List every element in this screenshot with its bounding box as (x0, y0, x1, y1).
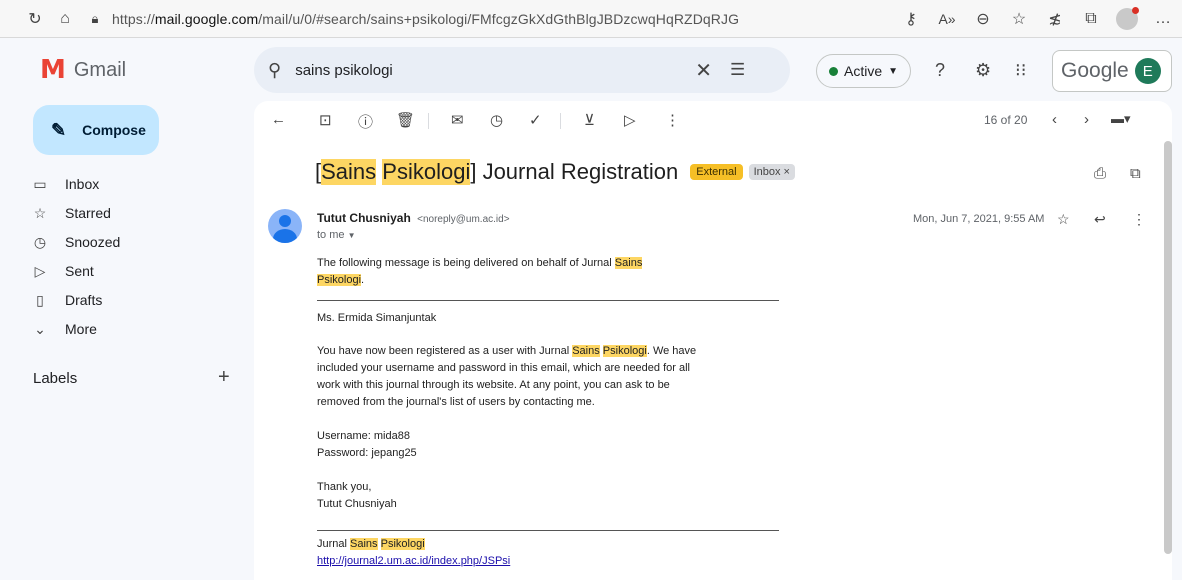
reload-icon[interactable]: ↻ (24, 8, 46, 30)
recipient-details[interactable]: to me ▼ (317, 229, 356, 241)
compose-button[interactable]: ✎ Compose (33, 105, 159, 155)
help-icon[interactable]: ? (935, 60, 945, 81)
sidebar-item-inbox[interactable]: ▭ Inbox (33, 171, 99, 197)
google-brand: Google (1061, 59, 1129, 82)
label-icon[interactable]: ▷ (624, 111, 636, 129)
email-date: Mon, Jun 7, 2021, 9:55 AM (913, 213, 1045, 225)
message-more-icon[interactable]: ⋮ (1132, 211, 1146, 228)
email-subject: [Sains Psikologi] Journal Registration E… (315, 159, 795, 185)
sender-email: <noreply@um.ac.id> (417, 214, 510, 225)
body-greeting: Ms. Ermida Simanjuntak (317, 312, 437, 324)
search-options-icon[interactable]: ☰ (730, 60, 745, 80)
open-new-window-icon[interactable]: ⧉ (1130, 165, 1141, 182)
lock-icon[interactable]: 🔒︎ (84, 8, 106, 30)
sender-avatar (268, 209, 302, 243)
inbox-icon: ▭ (33, 175, 47, 192)
scrollbar[interactable] (1164, 141, 1172, 554)
status-dropdown[interactable]: Active ▼ (816, 54, 912, 88)
body-intro: The following message is being delivered… (317, 257, 643, 286)
gmail-m-icon: M (40, 55, 66, 85)
person-icon-body (273, 229, 297, 243)
prev-icon[interactable]: ‹ (1052, 111, 1057, 128)
settings-icon[interactable]: ⚙ (975, 60, 991, 81)
more-options-icon[interactable]: ⋮ (665, 111, 680, 129)
caret-down-icon: ▼ (888, 65, 899, 77)
file-icon: ▯ (36, 291, 44, 308)
clear-search-icon[interactable]: ✕ (695, 58, 712, 83)
email-view: ← ⊡ ⓘ 🗑︎ ✉ ◷ ✓ ⊻ ▷ ⋮ 16 of 20 ‹ › ▬▾ [Sa… (254, 101, 1172, 580)
email-toolbar: ← ⊡ ⓘ 🗑︎ ✉ ◷ ✓ ⊻ ▷ ⋮ 16 of 20 ‹ › ▬▾ (254, 101, 1172, 139)
avatar: E (1134, 58, 1161, 84)
inbox-label-chip[interactable]: Inbox × (748, 164, 795, 180)
clock-icon: ◷ (33, 233, 47, 250)
status-label: Active (844, 63, 883, 79)
collections-icon[interactable]: ⧉ (1080, 8, 1102, 30)
browser-actions: ⚷ A» ⊖ ☆ ≴ ⧉ … (900, 0, 1182, 38)
profile-icon[interactable] (1116, 7, 1139, 30)
star-icon[interactable]: ☆ (1057, 211, 1070, 228)
app-name: Gmail (73, 58, 127, 81)
report-spam-icon[interactable]: ⓘ (358, 111, 373, 132)
gmail-logo[interactable]: M Gmail (40, 55, 126, 85)
add-label-icon[interactable]: + (218, 366, 230, 389)
move-to-icon[interactable]: ⊻ (584, 111, 595, 129)
sender-info: Tutut Chusniyah <noreply@um.ac.id> (317, 211, 510, 225)
favorite-icon[interactable]: ☆ (1008, 8, 1030, 30)
reply-icon[interactable]: ↩ (1094, 211, 1106, 228)
apps-icon[interactable]: ⁝⁝ (1015, 60, 1026, 81)
divider (317, 530, 779, 531)
password-line: Password: jepang25 (317, 447, 417, 459)
body-paragraph: You have now been registered as a user w… (317, 345, 697, 408)
more-icon[interactable]: … (1152, 8, 1174, 30)
mark-unread-icon[interactable]: ✉ (451, 111, 464, 129)
body-credentials: Username: mida88 Password: jepang25 (317, 428, 417, 462)
sidebar-item-more[interactable]: ⌄ More (33, 316, 97, 342)
caret-down-icon: ▼ (347, 231, 356, 240)
sidebar-item-starred[interactable]: ☆ Starred (33, 200, 111, 226)
browser-toolbar: ↻ ⌂ 🔒︎ https://mail.google.com/mail/u/0/… (0, 0, 1182, 38)
pager-count: 16 of 20 (984, 113, 1028, 127)
sidebar-item-snoozed[interactable]: ◷ Snoozed (33, 229, 120, 255)
home-icon[interactable]: ⌂ (54, 8, 76, 30)
back-icon[interactable]: ← (271, 111, 286, 128)
body-signoff: Thank you, Tutut Chusniyah (317, 481, 397, 510)
divider (317, 300, 779, 301)
read-aloud-icon[interactable]: A» (936, 8, 958, 30)
next-icon[interactable]: › (1084, 111, 1089, 128)
journal-link[interactable]: http://journal2.um.ac.id/index.php/JSPsi (317, 555, 510, 567)
toolbar-divider (428, 113, 429, 129)
input-tools-icon[interactable]: ▬▾ (1111, 111, 1131, 127)
archive-icon[interactable]: ⊡ (319, 111, 332, 129)
search-icon[interactable]: ⚲ (268, 60, 281, 81)
sidebar-item-sent[interactable]: ▷ Sent (33, 258, 94, 284)
body-footer: Jurnal Sains Psikologi http://journal2.u… (317, 538, 511, 567)
delete-icon[interactable]: 🗑︎ (396, 111, 415, 129)
star-icon: ☆ (33, 204, 47, 221)
zoom-icon[interactable]: ⊖ (972, 8, 994, 30)
sender-name[interactable]: Tutut Chusniyah (317, 211, 411, 225)
sidebar-item-drafts[interactable]: ▯ Drafts (33, 287, 102, 313)
toolbar-divider (560, 113, 561, 129)
pencil-icon: ✎ (51, 119, 67, 140)
add-task-icon[interactable]: ✓ (529, 111, 542, 129)
print-icon[interactable]: ⎙ (1094, 165, 1106, 182)
search-input[interactable] (295, 61, 686, 79)
external-badge: External (690, 164, 743, 180)
address-bar[interactable]: https://mail.google.com/mail/u/0/#search… (112, 11, 739, 27)
snooze-icon[interactable]: ◷ (490, 111, 503, 129)
status-dot-icon (829, 66, 838, 76)
send-icon: ▷ (34, 262, 46, 279)
person-icon-head (279, 215, 291, 227)
compose-label: Compose (82, 122, 146, 138)
key-icon[interactable]: ⚷ (900, 8, 922, 30)
account-switcher[interactable]: Google E (1052, 50, 1172, 92)
favorites-bar-icon[interactable]: ≴ (1044, 8, 1066, 30)
username-line: Username: mida88 (317, 430, 410, 442)
search-bar: ⚲ ✕ ☰ (254, 47, 790, 93)
chevron-down-icon: ⌄ (34, 320, 46, 337)
labels-heading: Labels (33, 370, 78, 387)
